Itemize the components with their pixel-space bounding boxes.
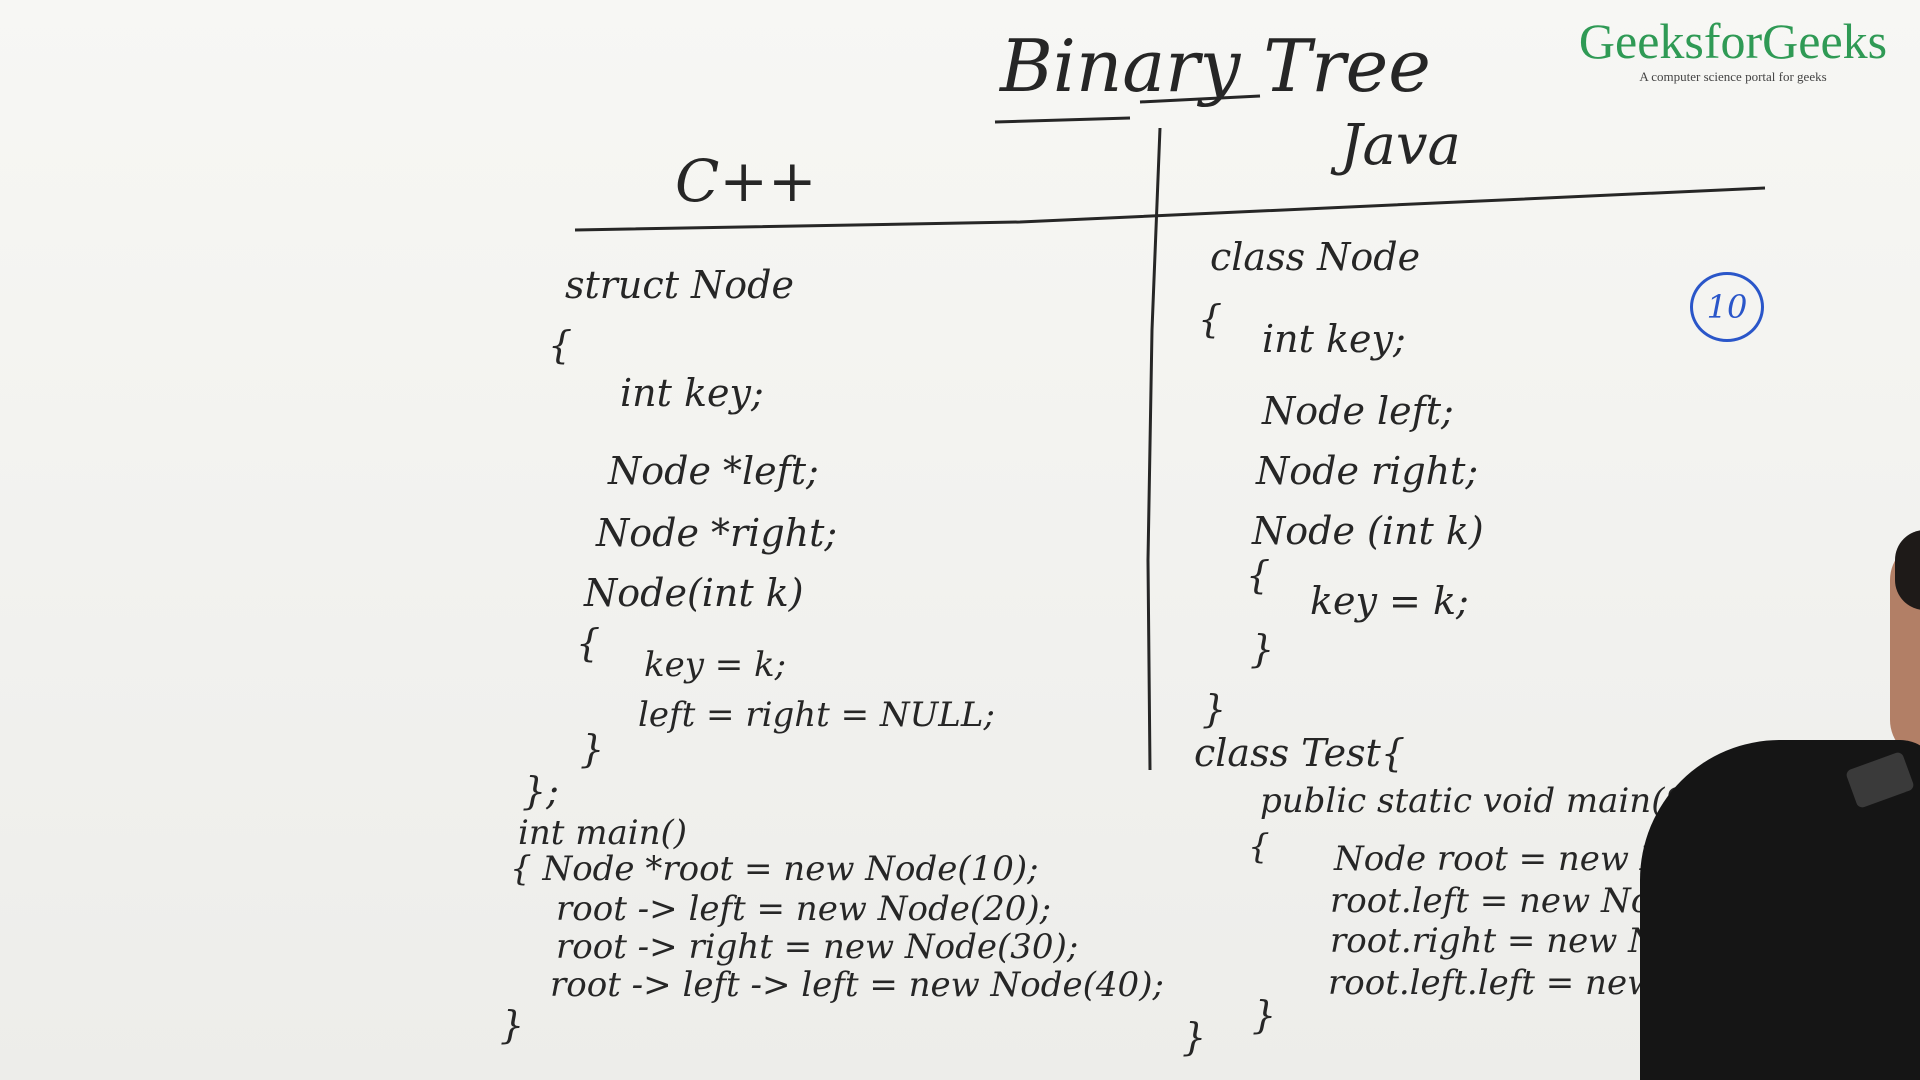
- cpp-line: left = right = NULL;: [638, 695, 995, 735]
- cpp-line: root -> left -> left = new Node(40);: [550, 965, 1164, 1005]
- whiteboard: Binary Tree GeeksforGeeks A computer sci…: [0, 0, 1920, 1080]
- cpp-line: {: [576, 621, 601, 665]
- java-line: }: [1202, 687, 1227, 731]
- cpp-line: }: [580, 727, 605, 771]
- cpp-line: int main(): [518, 813, 688, 853]
- vertical-divider: [1146, 127, 1162, 771]
- java-heading: Java: [1340, 113, 1461, 178]
- java-line: }: [1182, 1015, 1207, 1059]
- cpp-heading: C++: [675, 147, 817, 215]
- java-line: }: [1250, 627, 1275, 671]
- cpp-line: Node *left;: [608, 449, 819, 493]
- java-line: {: [1198, 297, 1223, 341]
- cpp-line: root -> right = new Node(30);: [556, 927, 1079, 967]
- java-line: {: [1248, 827, 1270, 867]
- logo-tagline: A computer science portal for geeks: [1639, 69, 1827, 84]
- board-title: Binary Tree: [1000, 24, 1431, 108]
- cpp-line: {: [548, 323, 573, 367]
- java-line: class Test{: [1194, 731, 1406, 775]
- cpp-line: key = k;: [644, 645, 787, 685]
- java-line: key = k;: [1310, 579, 1469, 623]
- cpp-line: Node(int k): [584, 571, 804, 615]
- cpp-line: { Node *root = new Node(10);: [510, 849, 1039, 889]
- cpp-line: };: [522, 769, 559, 813]
- java-line: }: [1252, 993, 1277, 1037]
- logo-name: GeeksforGeeks: [1578, 13, 1888, 69]
- java-line: class Node: [1210, 235, 1421, 279]
- java-line: int key;: [1262, 317, 1406, 361]
- java-line: {: [1246, 553, 1271, 597]
- cpp-line: }: [500, 1003, 525, 1047]
- cpp-line: root -> left = new Node(20);: [556, 889, 1052, 929]
- cpp-line: struct Node: [565, 263, 794, 307]
- title-underline-left: [994, 116, 1131, 124]
- logo: GeeksforGeeks A computer science portal …: [1568, 14, 1898, 85]
- java-line: Node left;: [1262, 389, 1454, 433]
- cpp-line: Node *right;: [596, 511, 838, 555]
- java-line: Node (int k): [1252, 509, 1484, 553]
- circled-number: 10: [1690, 272, 1764, 342]
- java-line: Node right;: [1256, 449, 1479, 493]
- cpp-line: int key;: [620, 371, 764, 415]
